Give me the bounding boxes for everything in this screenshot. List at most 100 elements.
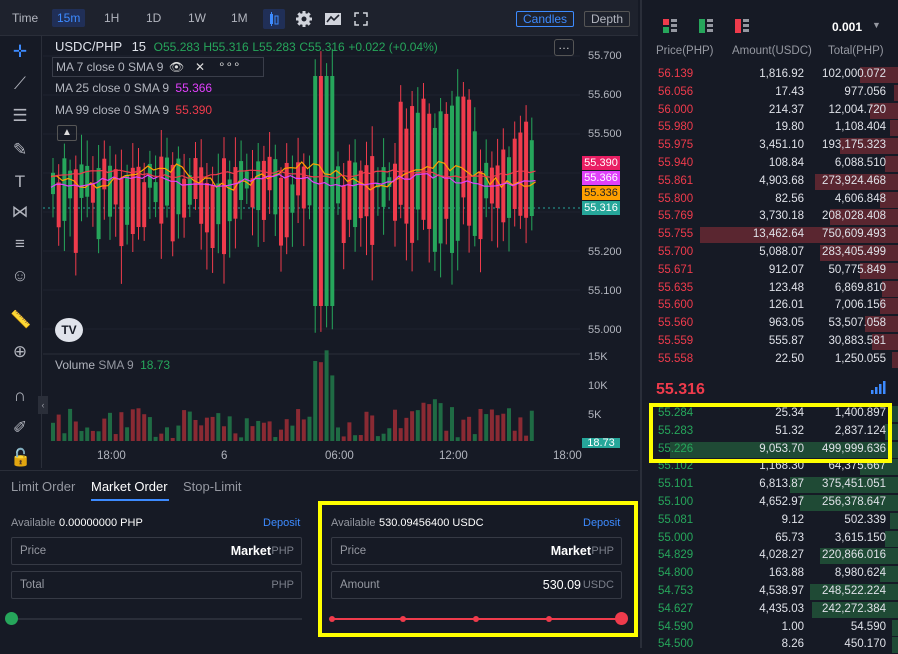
ask-row[interactable]: 55.635 123.48 6,869.810 (642, 280, 898, 298)
ask-total: 1,108.404 (834, 121, 886, 134)
price-tick-0: 55.700 (588, 50, 622, 62)
trendline-icon[interactable]: ⟋ (10, 74, 30, 94)
more-icon[interactable]: ∘∘∘ (218, 55, 241, 73)
price-tick-2: 55.500 (588, 128, 622, 140)
ask-row[interactable]: 55.558 22.50 1,250.055 (642, 351, 898, 369)
ask-row[interactable]: 55.560 963.05 53,507.058 (642, 315, 898, 333)
buy-price-field[interactable]: Price Market PHP (11, 537, 302, 565)
price-chart[interactable]: USDC/PHP 15 O55.283 H55.316 L55.283 C55.… (38, 36, 622, 470)
ask-row[interactable]: 55.940 108.84 6,088.510 (642, 155, 898, 173)
bid-row[interactable]: 54.829 4,028.27 220,866.016 (642, 547, 898, 565)
chart-canvas[interactable] (43, 36, 580, 470)
candle (165, 157, 169, 206)
precision-select[interactable]: 0.001 (832, 20, 862, 34)
fullscreen-icon[interactable] (353, 11, 369, 27)
tradingview-logo-icon[interactable]: TV (55, 318, 83, 342)
measure-lines-icon[interactable]: ≡ (10, 234, 30, 254)
close-icon[interactable]: ✕ (195, 58, 205, 76)
tab-limit-order[interactable]: Limit Order (11, 479, 75, 494)
ask-row[interactable]: 55.559 555.87 30,883.581 (642, 333, 898, 351)
ma7-legend[interactable]: MA 7 close 0 SMA 9 👁 ✕ ∘∘∘ (52, 57, 264, 77)
ruler-icon[interactable]: 📏 (10, 310, 31, 330)
volume-bar (222, 426, 226, 441)
buy-total-field[interactable]: Total PHP (11, 571, 302, 599)
pattern-icon[interactable]: ⋈ (10, 202, 30, 222)
buy-slider[interactable] (5, 612, 302, 625)
ask-row[interactable]: 55.700 5,088.07 283,405.499 (642, 244, 898, 262)
collapse-legend-icon[interactable]: ▲ (57, 125, 77, 141)
ask-row[interactable]: 55.769 3,730.18 208,028.408 (642, 208, 898, 226)
crosshair-icon[interactable]: ✛ (10, 42, 30, 62)
ask-row[interactable]: 55.600 126.01 7,006.156 (642, 297, 898, 315)
magnet-icon[interactable]: ∩ (10, 386, 30, 406)
ask-total: 7,006.156 (834, 299, 886, 312)
ask-row[interactable]: 56.000 214.37 12,004.720 (642, 102, 898, 120)
volume-bar (512, 430, 517, 441)
ask-row[interactable]: 55.671 912.07 50,775.849 (642, 262, 898, 280)
bid-row[interactable]: 55.000 65.73 3,615.150 (642, 530, 898, 548)
candles-button[interactable]: Candles (516, 11, 575, 27)
ask-row[interactable]: 55.975 3,451.10 193,175.323 (642, 137, 898, 155)
bid-row[interactable]: 54.590 1.00 54.590 (642, 619, 898, 637)
time-tick-4: 18:00 (553, 450, 582, 462)
eye-icon[interactable]: 👁 (169, 58, 184, 76)
candle (324, 76, 329, 306)
volume-tag: 18.73 (582, 438, 620, 448)
lock-drawing-icon[interactable]: ✐ (10, 418, 30, 438)
indicators-icon[interactable] (323, 10, 343, 28)
horizontal-lines-icon[interactable]: ☰ (10, 106, 30, 126)
volume-bar (239, 437, 244, 441)
chevron-down-icon[interactable]: ▼ (872, 20, 881, 30)
text-icon[interactable]: T (10, 172, 30, 192)
bid-depth-bar (892, 619, 898, 636)
ask-total: 6,869.810 (834, 281, 886, 294)
volume-tick-2: 5K (588, 409, 602, 421)
candle (524, 121, 529, 218)
candle (518, 132, 523, 216)
bid-row[interactable]: 55.081 9.12 502.339 (642, 512, 898, 530)
tab-market-order[interactable]: Market Order (91, 479, 168, 494)
bid-row[interactable]: 54.753 4,538.97 248,522.224 (642, 583, 898, 601)
interval-1m[interactable]: 1M (231, 9, 248, 27)
orderbook-both-icon[interactable] (662, 18, 678, 34)
bid-row[interactable]: 55.101 6,813.87 375,451.051 (642, 476, 898, 494)
volume-bar (404, 417, 409, 441)
ask-row[interactable]: 55.980 19.80 1,108.404 (642, 119, 898, 137)
interval-15m[interactable]: 15m (52, 9, 86, 27)
more-options-icon[interactable]: … (554, 39, 574, 56)
bid-total: 375,451.051 (822, 478, 886, 491)
emoji-icon[interactable]: ☺ (10, 266, 30, 286)
interval-1d[interactable]: 1D (146, 9, 161, 27)
depth-button[interactable]: Depth (584, 11, 631, 27)
lock-icon[interactable]: 🔓 (10, 448, 31, 468)
interval-1w[interactable]: 1W (188, 9, 206, 27)
ask-price: 56.000 (658, 103, 694, 116)
tab-stop-limit[interactable]: Stop-Limit (183, 479, 242, 494)
collapse-toolbar-icon[interactable]: ‹ (38, 396, 48, 414)
header-amount: Amount(USDC) (732, 45, 812, 57)
brush-icon[interactable]: ✎ (10, 140, 30, 160)
ask-row[interactable]: 56.056 17.43 977.056 (642, 84, 898, 102)
volume-bar (193, 419, 198, 441)
buy-slider-handle[interactable] (5, 612, 18, 625)
bid-total: 8,980.624 (834, 567, 886, 580)
ask-row[interactable]: 55.861 4,903.68 273,924.468 (642, 173, 898, 191)
zoom-in-icon[interactable]: ⊕ (10, 342, 30, 362)
orderbook-bids-icon[interactable] (698, 18, 714, 34)
ask-price: 55.980 (658, 121, 694, 134)
orderbook-asks-icon[interactable] (734, 18, 750, 34)
volume-bar (444, 430, 449, 441)
bid-row[interactable]: 54.500 8.26 450.170 (642, 636, 898, 654)
bid-row[interactable]: 54.800 163.88 8,980.624 (642, 565, 898, 583)
volume-bar (415, 410, 420, 441)
gear-icon[interactable] (294, 9, 314, 29)
interval-1h[interactable]: 1H (104, 9, 119, 27)
ask-row[interactable]: 55.800 82.56 4,606.848 (642, 191, 898, 209)
buy-deposit-link[interactable]: Deposit (263, 517, 300, 529)
ask-row[interactable]: 56.139 1,816.92 102,000.072 (642, 66, 898, 84)
ask-row[interactable]: 55.755 13,462.64 750,609.493 (642, 226, 898, 244)
bid-row[interactable]: 54.627 4,435.03 242,272.384 (642, 601, 898, 619)
bid-row[interactable]: 55.100 4,652.97 256,378.647 (642, 494, 898, 512)
volume-bar (324, 350, 329, 441)
candle-type-icon[interactable] (263, 9, 285, 29)
